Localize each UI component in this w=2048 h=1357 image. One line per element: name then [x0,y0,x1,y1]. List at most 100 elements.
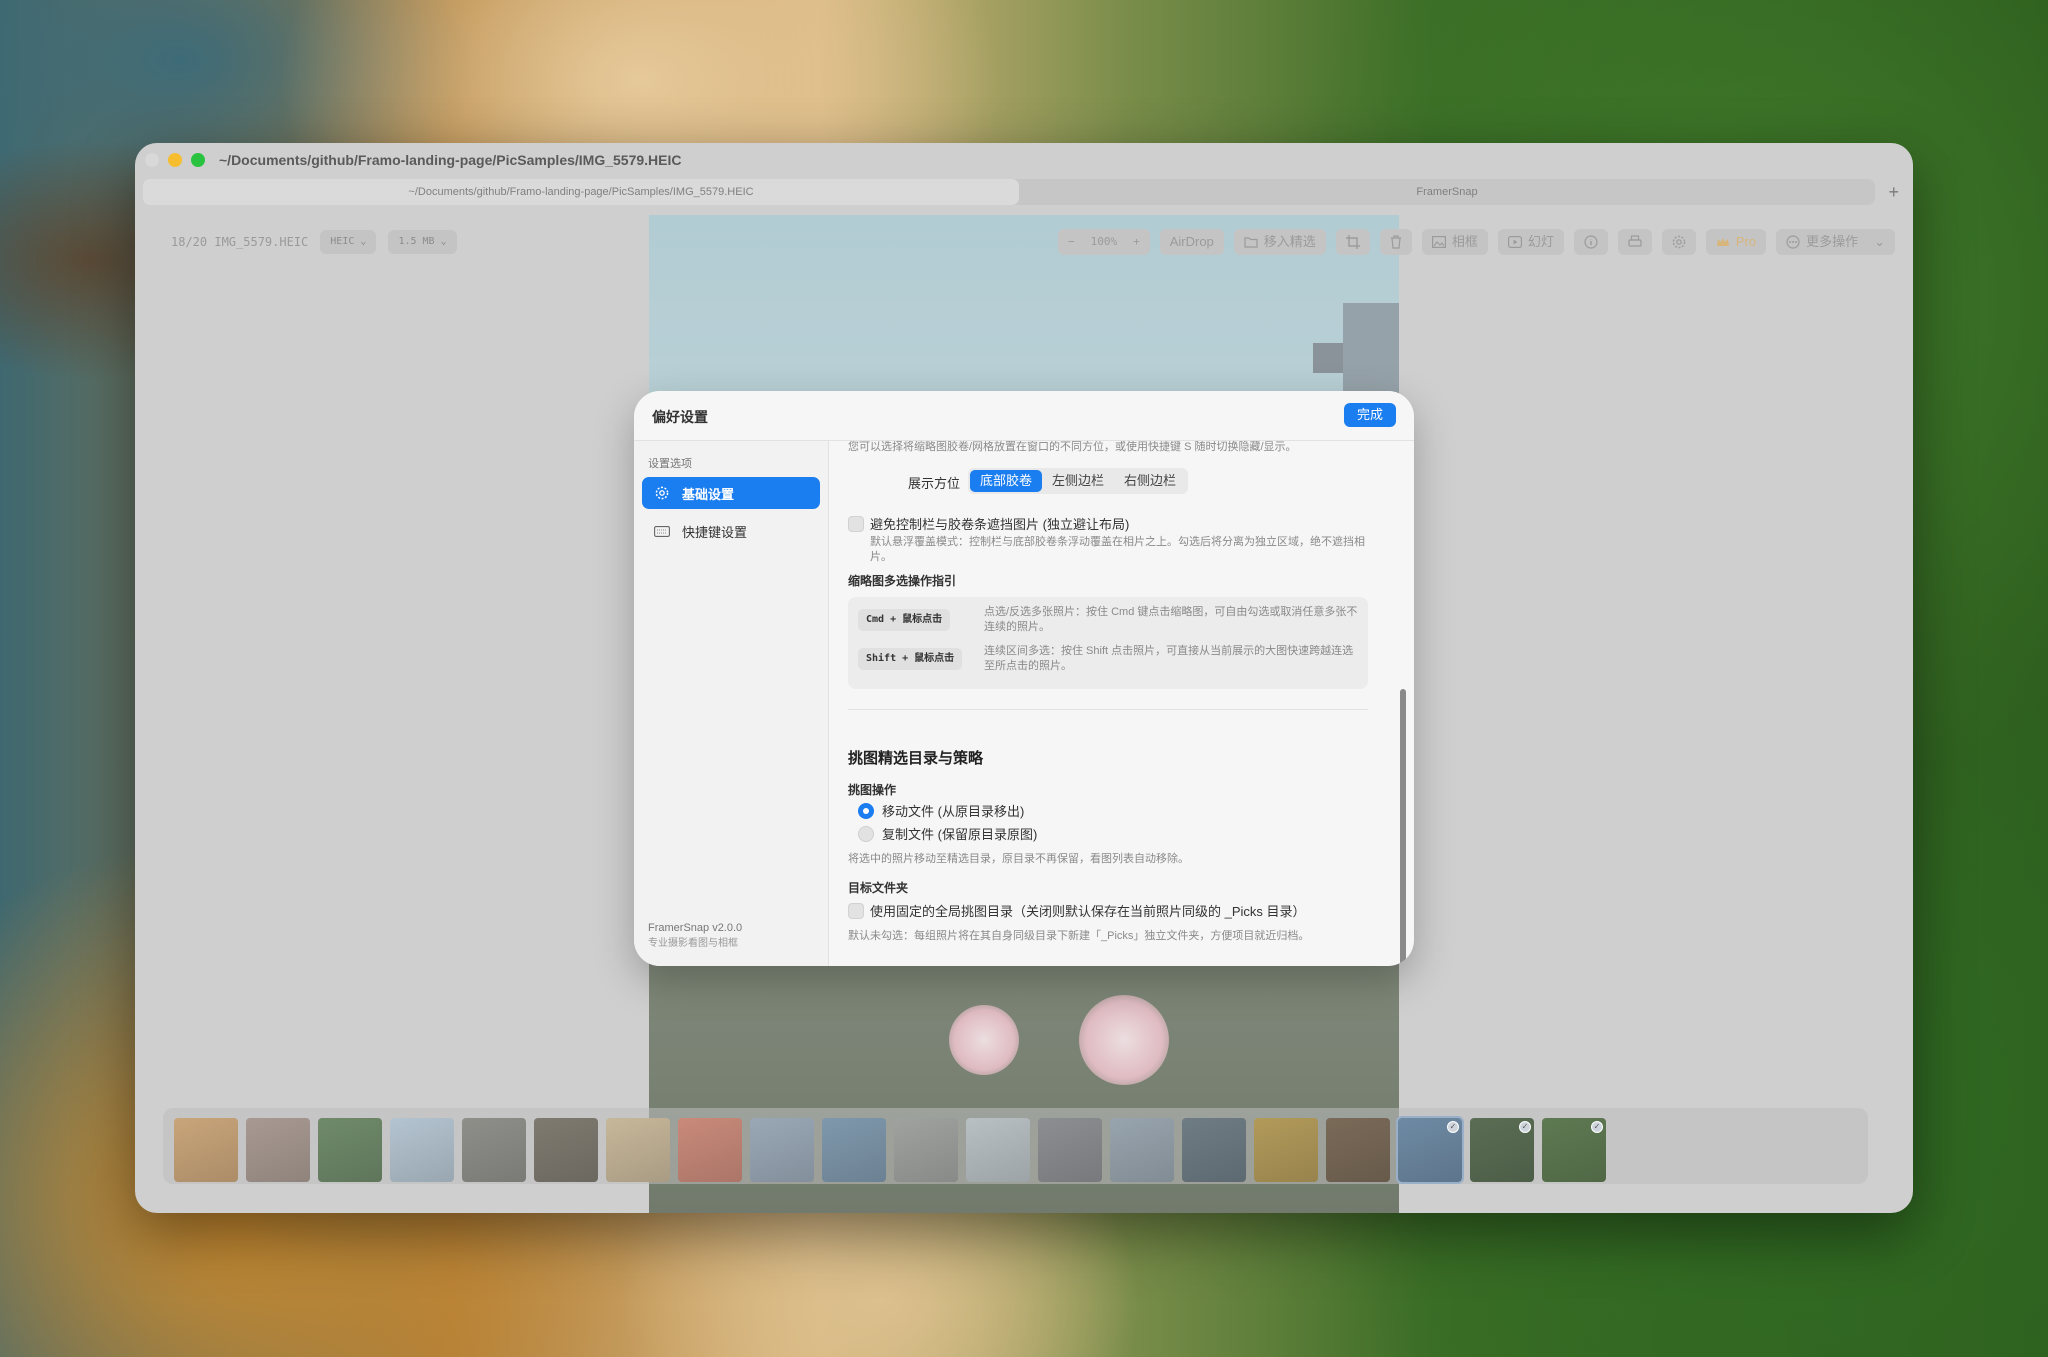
pick-action-copy-option[interactable]: 复制文件 (保留原目录原图) [858,824,1037,843]
printer-button[interactable] [1617,229,1652,255]
global-folder-note: 默认未勾选：每组照片将在其自身同级目录下新建「_Picks」独立文件夹，方便项目… [848,930,1310,942]
filmstrip-thumbnail[interactable]: ✓ [1470,1118,1534,1182]
file-size-label: 1.5 MB [398,236,435,247]
close-window-button[interactable] [145,153,159,167]
more-actions-label: 更多操作 [1806,234,1859,249]
filmstrip: ✓ ✓ ✓ [163,1108,1868,1184]
file-size-dropdown[interactable]: 1.5 MB ⌄ [388,230,457,254]
cmd-click-description: 点选/反选多张照片：按住 Cmd 键点击缩略图，可自由勾选或取消任意多张不连续的… [984,606,1358,633]
filmstrip-thumbnail[interactable] [894,1118,958,1182]
filmstrip-thumbnail[interactable] [534,1118,598,1182]
filmstrip-thumbnail[interactable] [1254,1118,1318,1182]
done-button[interactable]: 完成 [1344,403,1396,427]
shift-click-description: 连续区间多选：按住 Shift 点击照片，可直接从当前展示的大图快速跨越连选至所… [984,645,1354,672]
content-scrollbar[interactable] [1400,689,1406,966]
multi-select-heading: 缩略图多选操作指引 [848,574,957,588]
zoom-window-button[interactable] [191,153,205,167]
filmstrip-thumbnail[interactable] [678,1118,742,1182]
move-to-picks-label: 移入精选 [1263,234,1316,249]
filmstrip-thumbnail[interactable] [822,1118,886,1182]
global-folder-row[interactable]: 使用固定的全局挑图目录（关闭则默认保存在当前照片同级的 _Picks 目录） [848,901,1306,920]
window-title: ~/Documents/github/Framo-landing-page/Pi… [219,152,682,168]
pick-action-note: 将选中的照片移动至精选目录，原目录不再保留，看图列表自动移除。 [848,853,1189,865]
toolbar: 18/20 IMG_5579.HEIC HEIC ⌄ 1.5 MB ⌄ − 10… [155,228,1895,256]
filmstrip-thumbnail[interactable] [318,1118,382,1182]
filmstrip-thumbnail[interactable]: ✓ [1396,1116,1464,1184]
frame-button[interactable]: 相框 [1421,229,1488,255]
filmstrip-thumbnail[interactable] [1182,1118,1246,1182]
info-icon [1584,235,1598,249]
new-tab-button[interactable]: + [1888,179,1899,205]
avoid-overlap-checkbox[interactable] [848,515,864,532]
settings-content: 您可以选择将缩略图胶卷/网格放置在窗口的不同方位，或使用快捷键 S 随时切换隐藏… [830,441,1414,966]
filmstrip-thumbnail[interactable] [606,1118,670,1182]
info-button[interactable] [1573,229,1608,255]
global-folder-checkbox[interactable] [848,902,864,919]
chevron-down-icon: ⌄ [440,236,447,247]
position-segmented-control: 底部胶卷 左侧边栏 右侧边栏 [968,468,1189,494]
zoom-out-button[interactable]: − [1068,229,1075,255]
delete-button[interactable] [1379,229,1412,255]
format-label: HEIC [330,236,355,247]
trash-icon [1390,235,1401,249]
app-version: FramerSnap v2.0.0 [648,922,743,934]
settings-button[interactable] [1661,229,1696,255]
copy-files-label: 复制文件 (保留原目录原图) [882,827,1038,842]
sidebar-item-basic-settings[interactable]: 基础设置 [642,477,820,509]
zoom-control: − 100% + [1057,229,1150,255]
avoid-overlap-description: 默认悬浮覆盖模式：控制栏与底部胶卷条浮动覆盖在相片之上。勾选后将分离为独立区域，… [870,536,1365,563]
image-icon [1431,236,1446,248]
slideshow-button[interactable]: 幻灯 [1497,229,1564,255]
shift-click-shortcut: Shift + 鼠标点击 [858,648,963,670]
position-left-option[interactable]: 左侧边栏 [1042,470,1114,492]
filmstrip-thumbnail[interactable] [1326,1118,1390,1182]
minimize-window-button[interactable] [168,153,182,167]
airdrop-label: AirDrop [1169,234,1214,249]
more-actions-button[interactable]: 更多操作 ⌄ [1776,229,1895,255]
filmstrip-thumbnail[interactable] [390,1118,454,1182]
move-files-radio[interactable] [858,802,874,819]
filmstrip-thumbnail[interactable] [966,1118,1030,1182]
ellipsis-circle-icon [1786,235,1800,249]
play-icon [1507,236,1522,248]
pro-button[interactable]: Pro [1705,229,1767,255]
layout-intro-text: 您可以选择将缩略图胶卷/网格放置在窗口的不同方位，或使用快捷键 S 随时切换隐藏… [848,441,1297,453]
airdrop-button[interactable]: AirDrop [1159,229,1224,255]
pro-label: Pro [1735,234,1757,249]
chevron-down-icon: ⌄ [1874,234,1885,249]
checkmark-icon: ✓ [1447,1121,1459,1133]
avoid-overlap-label: 避免控制栏与胶卷条遮挡图片 (独立避让布局) [870,517,1130,532]
move-to-picks-button[interactable]: 移入精选 [1233,229,1326,255]
crop-button[interactable] [1335,229,1370,255]
pick-action-move-option[interactable]: 移动文件 (从原目录移出) [858,801,1024,820]
filmstrip-thumbnail[interactable] [1038,1118,1102,1182]
filmstrip-thumbnail[interactable] [750,1118,814,1182]
tab-framersnap[interactable]: FramerSnap [1019,179,1875,205]
checkmark-icon: ✓ [1519,1121,1531,1133]
filmstrip-thumbnail[interactable] [174,1118,238,1182]
filmstrip-thumbnail[interactable] [462,1118,526,1182]
app-tagline: 专业摄影看图与相框 [648,938,738,949]
multi-select-guide: Cmd + 鼠标点击 点选/反选多张照片：按住 Cmd 键点击缩略图，可自由勾选… [848,597,1368,689]
preferences-dialog: 偏好设置 完成 设置选项 基础设置 快捷键设置 FramerSnap v2.0.… [634,391,1414,966]
format-dropdown[interactable]: HEIC ⌄ [320,230,377,254]
filmstrip-thumbnail[interactable]: ✓ [1542,1118,1606,1182]
crop-icon [1345,235,1360,249]
chevron-down-icon: ⌄ [360,236,367,247]
tab-file-path[interactable]: ~/Documents/github/Framo-landing-page/Pi… [143,179,1019,205]
picks-section-title: 挑图精选目录与策略 [848,750,984,767]
copy-files-radio[interactable] [858,825,874,842]
gear-icon [1672,235,1686,249]
frame-label: 相框 [1451,234,1478,249]
zoom-in-button[interactable]: + [1133,229,1140,255]
sidebar-item-label: 基础设置 [682,486,735,502]
move-files-label: 移动文件 (从原目录移出) [882,804,1025,819]
title-bar: ~/Documents/github/Framo-landing-page/Pi… [135,143,1913,177]
filmstrip-thumbnail[interactable] [1110,1118,1174,1182]
sidebar-item-shortcuts[interactable]: 快捷键设置 [642,515,820,547]
position-right-option[interactable]: 右侧边栏 [1114,470,1186,492]
filmstrip-thumbnail[interactable] [246,1118,310,1182]
position-bottom-option[interactable]: 底部胶卷 [970,470,1043,492]
folder-icon [1244,237,1258,248]
avoid-overlap-row[interactable]: 避免控制栏与胶卷条遮挡图片 (独立避让布局) [848,514,1129,533]
